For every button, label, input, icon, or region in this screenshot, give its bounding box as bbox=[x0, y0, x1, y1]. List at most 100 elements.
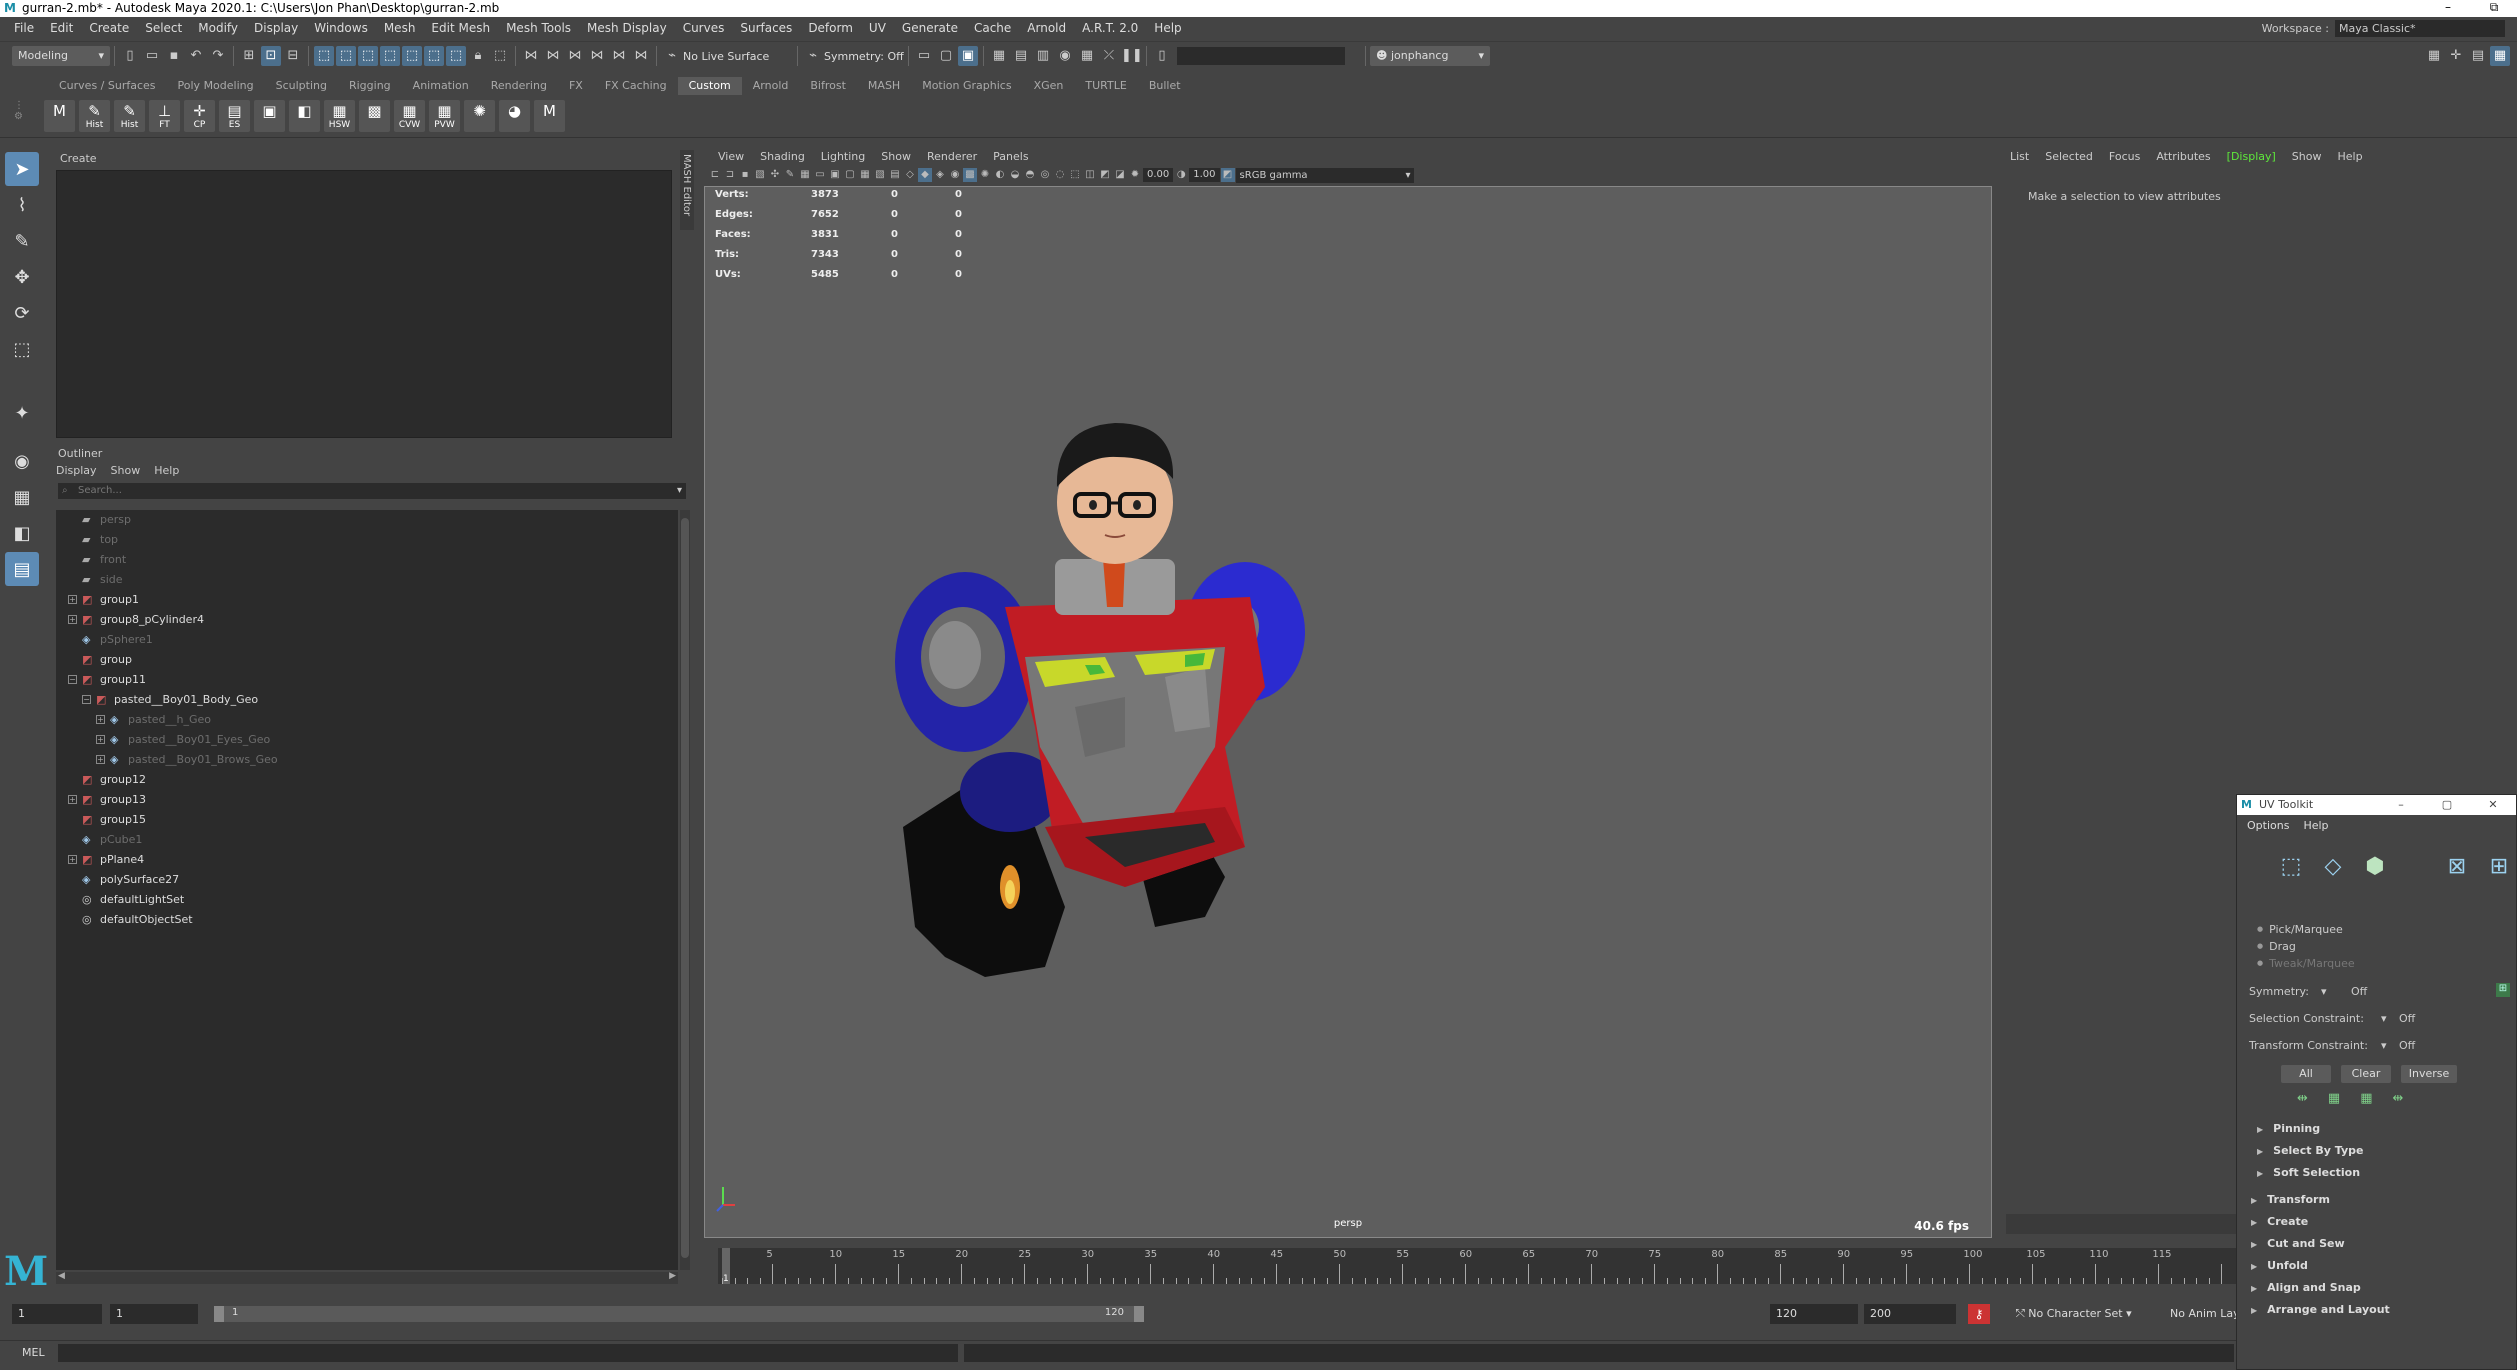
camera-attr-icon[interactable]: ⊐ bbox=[723, 168, 737, 182]
mode-pick-marquee[interactable]: Pick/Marquee bbox=[2257, 923, 2343, 936]
menu-edit[interactable]: Edit bbox=[42, 21, 81, 35]
panel-layout-icon[interactable]: ▦ bbox=[2424, 46, 2444, 66]
pause-icon[interactable]: ❚❚ bbox=[1121, 46, 1143, 66]
wireframe-on-shaded-icon[interactable]: ◉ bbox=[948, 168, 962, 182]
edge-mode-icon[interactable]: ◇ bbox=[2318, 856, 2348, 887]
shelf-tool-button[interactable]: ▤ ES bbox=[219, 100, 250, 132]
render-current-icon[interactable]: ▣ bbox=[958, 46, 978, 66]
attr-menu-list[interactable]: List bbox=[2010, 150, 2029, 163]
render-view-icon[interactable]: ▦ bbox=[989, 46, 1009, 66]
gamma-field[interactable]: 1.00 bbox=[1189, 168, 1220, 182]
shelf-tool-button[interactable]: ◧ bbox=[289, 100, 320, 132]
menu-windows[interactable]: Windows bbox=[306, 21, 376, 35]
expand-toggle-icon[interactable]: + bbox=[68, 855, 77, 864]
section-transform[interactable]: Transform bbox=[2251, 1193, 2330, 1206]
quick-command-field[interactable] bbox=[1177, 47, 1345, 65]
undo-icon[interactable]: ↶ bbox=[186, 46, 206, 66]
selection-constraint-value[interactable]: Off bbox=[2399, 1012, 2415, 1025]
section-soft-selection[interactable]: Soft Selection bbox=[2257, 1166, 2360, 1179]
clear-selection-button[interactable]: Clear bbox=[2341, 1065, 2391, 1083]
outliner-item[interactable]: + ◩ group1 bbox=[56, 590, 678, 610]
viewport-menu-show[interactable]: Show bbox=[873, 148, 919, 166]
mask-dynamics-icon[interactable]: ⬚ bbox=[402, 46, 422, 66]
menu-file[interactable]: File bbox=[6, 21, 42, 35]
expand-toggle-icon[interactable]: + bbox=[96, 755, 105, 764]
shelf-tool-button[interactable]: ✛ CP bbox=[184, 100, 215, 132]
shelf-tool-button[interactable]: ⊥ FT bbox=[149, 100, 180, 132]
render-frame-icon[interactable]: ▤ bbox=[1011, 46, 1031, 66]
outliner-item[interactable]: + ◩ pPlane4 bbox=[56, 850, 678, 870]
select-camera-icon[interactable]: ⊏ bbox=[708, 168, 722, 182]
outliner-menu-display[interactable]: Display bbox=[56, 464, 97, 477]
chevron-down-icon[interactable]: ▾ bbox=[2381, 1039, 2387, 1052]
snap-vertex-icon[interactable]: ⋈ bbox=[631, 46, 651, 66]
outliner-item[interactable]: ▰ top bbox=[56, 530, 678, 550]
construction-history-icon[interactable]: ▭ bbox=[914, 46, 934, 66]
menu-create[interactable]: Create bbox=[81, 21, 137, 35]
command-input[interactable] bbox=[58, 1344, 958, 1362]
expand-toggle-icon[interactable]: + bbox=[68, 615, 77, 624]
mode-drag[interactable]: Drag bbox=[2257, 940, 2296, 953]
shelf-tab-curves-surfaces[interactable]: Curves / Surfaces bbox=[48, 77, 167, 95]
menu-deform[interactable]: Deform bbox=[800, 21, 861, 35]
menu-surfaces[interactable]: Surfaces bbox=[732, 21, 800, 35]
resolution-gate-icon[interactable]: ▣ bbox=[828, 168, 842, 182]
select-object-icon[interactable]: ⊡ bbox=[261, 46, 281, 66]
attr-menu-help[interactable]: Help bbox=[2337, 150, 2362, 163]
create-panel-body[interactable] bbox=[56, 170, 672, 438]
mask-deform-icon[interactable]: ⬚ bbox=[380, 46, 400, 66]
open-scene-icon[interactable]: ▭ bbox=[142, 46, 162, 66]
shelf-tab-sculpting[interactable]: Sculpting bbox=[265, 77, 338, 95]
outliner-vscrollbar[interactable] bbox=[680, 510, 690, 1270]
menu-mesh-display[interactable]: Mesh Display bbox=[579, 21, 675, 35]
isolate-select-icon[interactable]: ⬚ bbox=[1068, 168, 1082, 182]
expand-toggle-icon[interactable]: + bbox=[96, 735, 105, 744]
outliner-hscrollbar[interactable]: ◀ ▶ bbox=[56, 1271, 678, 1284]
section-align-and-snap[interactable]: Align and Snap bbox=[2251, 1281, 2361, 1294]
multisample-aa-icon[interactable]: ◎ bbox=[1038, 168, 1052, 182]
shelf-tab-fx-caching[interactable]: FX Caching bbox=[594, 77, 678, 95]
motion-blur-icon[interactable]: ◓ bbox=[1023, 168, 1037, 182]
hypershade-icon[interactable]: ◉ bbox=[1055, 46, 1075, 66]
last-tool-icon[interactable]: ✦ bbox=[5, 396, 39, 430]
two-d-pan-icon[interactable]: ✣ bbox=[768, 168, 782, 182]
shelf-tool-button[interactable]: ▣ bbox=[254, 100, 285, 132]
uvtk-close-button[interactable]: ✕ bbox=[2470, 795, 2516, 815]
attr-menu-attributes[interactable]: Attributes bbox=[2156, 150, 2210, 163]
menu-generate[interactable]: Generate bbox=[894, 21, 966, 35]
command-language-label[interactable]: MEL bbox=[22, 1346, 45, 1359]
safe-action-icon[interactable]: ▧ bbox=[873, 168, 887, 182]
outliner-item[interactable]: − ◩ pasted__Boy01_Body_Geo bbox=[56, 690, 678, 710]
range-end-handle[interactable] bbox=[1134, 1306, 1144, 1322]
mash-editor-tab[interactable]: MASH Editor bbox=[680, 150, 694, 230]
range-bar[interactable]: 1 120 bbox=[214, 1306, 1144, 1322]
save-scene-icon[interactable]: ▪ bbox=[164, 46, 184, 66]
section-unfold[interactable]: Unfold bbox=[2251, 1259, 2308, 1272]
viewport-menu-renderer[interactable]: Renderer bbox=[919, 148, 985, 166]
mask-curves-icon[interactable]: ⬚ bbox=[336, 46, 356, 66]
transform-constraint-value[interactable]: Off bbox=[2399, 1039, 2415, 1052]
select-shell-icon[interactable]: ⇹ bbox=[2393, 1091, 2404, 1106]
shadows-icon[interactable]: ◐ bbox=[993, 168, 1007, 182]
wireframe-icon[interactable]: ◇ bbox=[903, 168, 917, 182]
symmetry-icon[interactable]: ⌁ bbox=[803, 46, 823, 66]
outliner-item[interactable]: + ◩ group8_pCylinder4 bbox=[56, 610, 678, 630]
mask-misc-icon[interactable]: ⬚ bbox=[446, 46, 466, 66]
workspace-dropdown[interactable]: Maya Classic* bbox=[2335, 20, 2505, 37]
outliner-menu-help[interactable]: Help bbox=[154, 464, 179, 477]
select-component-icon[interactable]: ⊟ bbox=[283, 46, 303, 66]
new-scene-icon[interactable]: ▯ bbox=[120, 46, 140, 66]
menu-uv[interactable]: UV bbox=[861, 21, 894, 35]
mask-surfaces-icon[interactable]: ⬚ bbox=[358, 46, 378, 66]
outliner-item[interactable]: ◩ group15 bbox=[56, 810, 678, 830]
render-setup-icon[interactable]: ▦ bbox=[1077, 46, 1097, 66]
snap-grid-icon[interactable]: ⋈ bbox=[521, 46, 541, 66]
section-create[interactable]: Create bbox=[2251, 1215, 2308, 1228]
symmetry-value[interactable]: Off bbox=[2351, 985, 2367, 998]
depth-of-field-icon[interactable]: ◌ bbox=[1053, 168, 1067, 182]
shelf-tool-button[interactable]: M bbox=[534, 100, 565, 132]
outliner-item[interactable]: ◎ defaultObjectSet bbox=[56, 910, 678, 930]
exposure-field[interactable]: 0.00 bbox=[1143, 168, 1174, 182]
input-ops-icon[interactable]: ▢ bbox=[936, 46, 956, 66]
expand-toggle-icon[interactable]: + bbox=[68, 595, 77, 604]
